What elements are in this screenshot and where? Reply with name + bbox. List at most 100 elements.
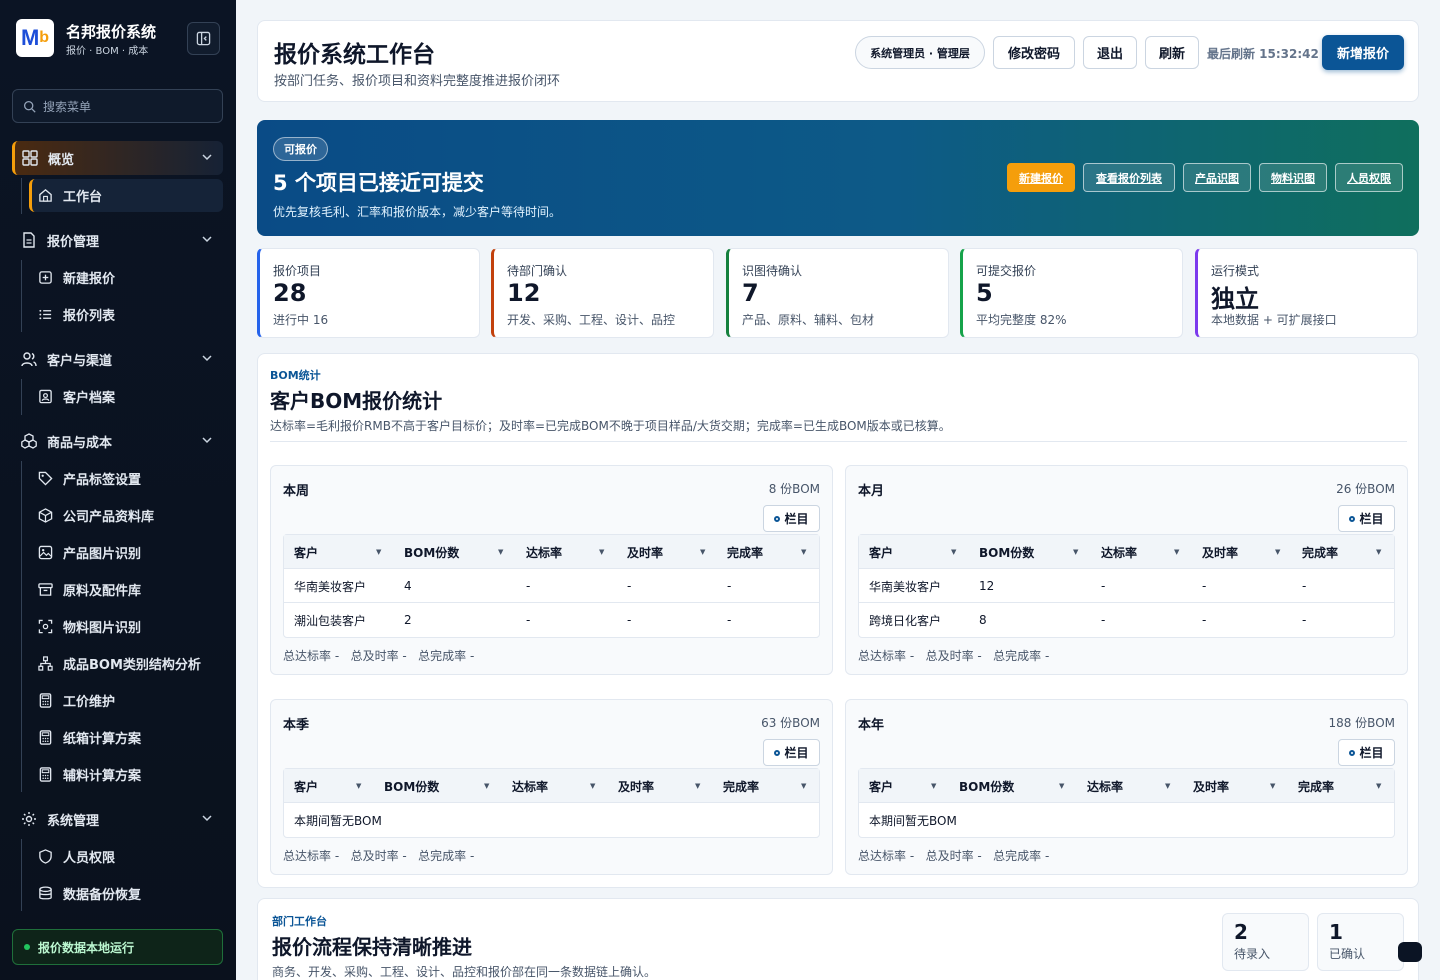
nav-item-product-library[interactable]: 公司产品资料库 bbox=[29, 499, 223, 532]
column-header-ontime-rate[interactable]: 及时率 bbox=[627, 535, 663, 569]
nav-item-workbench[interactable]: 工作台 bbox=[29, 179, 223, 212]
menu-search-input[interactable]: 搜索菜单 bbox=[12, 89, 223, 123]
sort-icon[interactable]: ▼ bbox=[1376, 782, 1381, 790]
nav-group-overview[interactable]: 概览 bbox=[12, 141, 223, 175]
nav-item-product-image-recognition[interactable]: 产品图片识别 bbox=[29, 536, 223, 569]
stat-card-quote-projects[interactable]: 报价项目 28 进行中 16 bbox=[257, 248, 480, 338]
sort-icon[interactable]: ▼ bbox=[590, 782, 595, 790]
column-header-completion-rate[interactable]: 完成率 bbox=[727, 535, 763, 569]
sort-icon[interactable]: ▼ bbox=[1275, 548, 1280, 556]
search-placeholder: 搜索菜单 bbox=[43, 99, 92, 114]
dept-stat-confirmed[interactable]: 1 已确认 bbox=[1317, 913, 1404, 971]
section-title: 报价流程保持清晰推进 bbox=[272, 935, 472, 959]
table-row[interactable]: 潮汕包装客户 2 - - - bbox=[284, 603, 819, 637]
stat-card-submittable[interactable]: 可提交报价 5 平均完整度 82% bbox=[960, 248, 1183, 338]
nav-item-bom-analysis[interactable]: 成品BOM类别结构分析 bbox=[29, 647, 223, 680]
sidebar: Mb 名邦报价系统 报价 · BOM · 成本 搜索菜单 概览 工作台 报价管理… bbox=[0, 0, 236, 980]
nav-group-quote-management[interactable]: 报价管理 bbox=[12, 223, 223, 257]
nav-item-material-image-recognition[interactable]: 物料图片识别 bbox=[29, 610, 223, 643]
column-header-ontime-rate[interactable]: 及时率 bbox=[1193, 769, 1229, 803]
nav-item-customer-files[interactable]: 客户档案 bbox=[29, 380, 223, 413]
hero-material-recognition-link[interactable]: 物料识图 bbox=[1259, 163, 1327, 192]
floating-chat-button[interactable] bbox=[1398, 942, 1422, 962]
change-password-button[interactable]: 修改密码 bbox=[993, 36, 1075, 69]
sort-icon[interactable]: ▼ bbox=[376, 548, 381, 556]
section-kicker: 部门工作台 bbox=[272, 915, 327, 928]
sort-icon[interactable]: ▼ bbox=[1174, 548, 1179, 556]
nav-item-auxiliary-calculation[interactable]: 辅料计算方案 bbox=[29, 758, 223, 791]
nav-item-labor-rates[interactable]: 工价维护 bbox=[29, 684, 223, 717]
nav-item-quote-list[interactable]: 报价列表 bbox=[29, 298, 223, 331]
refresh-button[interactable]: 刷新 bbox=[1145, 36, 1199, 69]
cell-customer: 华南美妆客户 bbox=[294, 579, 367, 594]
sort-icon[interactable]: ▼ bbox=[498, 548, 503, 556]
column-header-ontime-rate[interactable]: 及时率 bbox=[1202, 535, 1238, 569]
nav-item-materials-library[interactable]: 原料及配件库 bbox=[29, 573, 223, 606]
hero-product-recognition-link[interactable]: 产品识图 bbox=[1183, 163, 1251, 192]
sort-icon[interactable]: ▼ bbox=[801, 548, 806, 556]
sort-icon[interactable]: ▼ bbox=[931, 782, 936, 790]
column-header-completion-rate[interactable]: 完成率 bbox=[1298, 769, 1334, 803]
table-row[interactable]: 华南美妆客户 4 - - - bbox=[284, 569, 819, 603]
new-quote-button[interactable]: 新增报价 bbox=[1322, 35, 1404, 70]
dept-stat-pending-entry[interactable]: 2 待录入 bbox=[1222, 913, 1309, 971]
table-row[interactable]: 华南美妆客户 12 - - - bbox=[859, 569, 1394, 603]
column-header-completion-rate[interactable]: 完成率 bbox=[723, 769, 759, 803]
nav-tree-line bbox=[21, 260, 22, 332]
sort-icon[interactable]: ▼ bbox=[1059, 782, 1064, 790]
sort-icon[interactable]: ▼ bbox=[599, 548, 604, 556]
nav-group-goods-cost[interactable]: 商品与成本 bbox=[12, 424, 223, 458]
stat-card-run-mode[interactable]: 运行模式 独立 本地数据 + 可扩展接口 bbox=[1195, 248, 1418, 338]
cell-ontime-rate: - bbox=[1202, 613, 1207, 627]
nav-group-customer[interactable]: 客户与渠道 bbox=[12, 342, 223, 376]
column-header-target-rate[interactable]: 达标率 bbox=[1087, 769, 1123, 803]
column-header-target-rate[interactable]: 达标率 bbox=[512, 769, 548, 803]
sort-icon[interactable]: ▼ bbox=[1073, 548, 1078, 556]
column-header-completion-rate[interactable]: 完成率 bbox=[1302, 535, 1338, 569]
column-header-customer[interactable]: 客户 bbox=[294, 769, 318, 803]
table-row[interactable]: 跨境日化客户 8 - - - bbox=[859, 603, 1394, 637]
nav-item-new-quote[interactable]: 新建报价 bbox=[29, 261, 223, 294]
column-header-bom-count[interactable]: BOM份数 bbox=[959, 769, 1014, 803]
user-role-badge[interactable]: 系统管理员 · 管理层 bbox=[855, 36, 985, 69]
columns-button[interactable]: 栏目 bbox=[1338, 739, 1395, 766]
stat-value: 28 bbox=[273, 279, 307, 307]
nav-item-carton-calculation[interactable]: 纸箱计算方案 bbox=[29, 721, 223, 754]
calculator-icon bbox=[39, 730, 52, 745]
column-header-bom-count[interactable]: BOM份数 bbox=[384, 769, 439, 803]
panel-count: 188 份BOM bbox=[1328, 716, 1395, 730]
collapse-sidebar-button[interactable] bbox=[187, 22, 220, 55]
sort-icon[interactable]: ▼ bbox=[1165, 782, 1170, 790]
nav-item-backup-restore[interactable]: 数据备份恢复 bbox=[29, 877, 223, 910]
sort-icon[interactable]: ▼ bbox=[700, 548, 705, 556]
columns-button[interactable]: 栏目 bbox=[763, 505, 820, 532]
sort-icon[interactable]: ▼ bbox=[695, 782, 700, 790]
nav-group-system[interactable]: 系统管理 bbox=[12, 802, 223, 836]
hero-new-quote-link[interactable]: 新建报价 bbox=[1007, 163, 1075, 192]
column-header-target-rate[interactable]: 达标率 bbox=[526, 535, 562, 569]
sort-icon[interactable]: ▼ bbox=[801, 782, 806, 790]
nav-item-permissions[interactable]: 人员权限 bbox=[29, 840, 223, 873]
sort-icon[interactable]: ▼ bbox=[1376, 548, 1381, 556]
sort-icon[interactable]: ▼ bbox=[1270, 782, 1275, 790]
stat-label: 识图待确认 bbox=[742, 264, 803, 278]
column-header-customer[interactable]: 客户 bbox=[869, 769, 893, 803]
columns-button[interactable]: 栏目 bbox=[763, 739, 820, 766]
dept-stat-value: 1 bbox=[1329, 920, 1343, 944]
column-header-bom-count[interactable]: BOM份数 bbox=[404, 535, 459, 569]
stat-card-pending-dept[interactable]: 待部门确认 12 开发、采购、工程、设计、品控 bbox=[491, 248, 714, 338]
column-header-customer[interactable]: 客户 bbox=[294, 535, 318, 569]
nav-item-product-tags[interactable]: 产品标签设置 bbox=[29, 462, 223, 495]
column-header-ontime-rate[interactable]: 及时率 bbox=[618, 769, 654, 803]
column-header-bom-count[interactable]: BOM份数 bbox=[979, 535, 1034, 569]
sort-icon[interactable]: ▼ bbox=[356, 782, 361, 790]
column-header-customer[interactable]: 客户 bbox=[869, 535, 893, 569]
columns-button[interactable]: 栏目 bbox=[1338, 505, 1395, 532]
column-header-target-rate[interactable]: 达标率 bbox=[1101, 535, 1137, 569]
sort-icon[interactable]: ▼ bbox=[951, 548, 956, 556]
hero-permissions-link[interactable]: 人员权限 bbox=[1335, 163, 1403, 192]
stat-card-recognition-pending[interactable]: 识图待确认 7 产品、原料、辅料、包材 bbox=[726, 248, 949, 338]
logout-button[interactable]: 退出 bbox=[1083, 36, 1137, 69]
hero-quote-list-link[interactable]: 查看报价列表 bbox=[1083, 163, 1175, 192]
sort-icon[interactable]: ▼ bbox=[484, 782, 489, 790]
